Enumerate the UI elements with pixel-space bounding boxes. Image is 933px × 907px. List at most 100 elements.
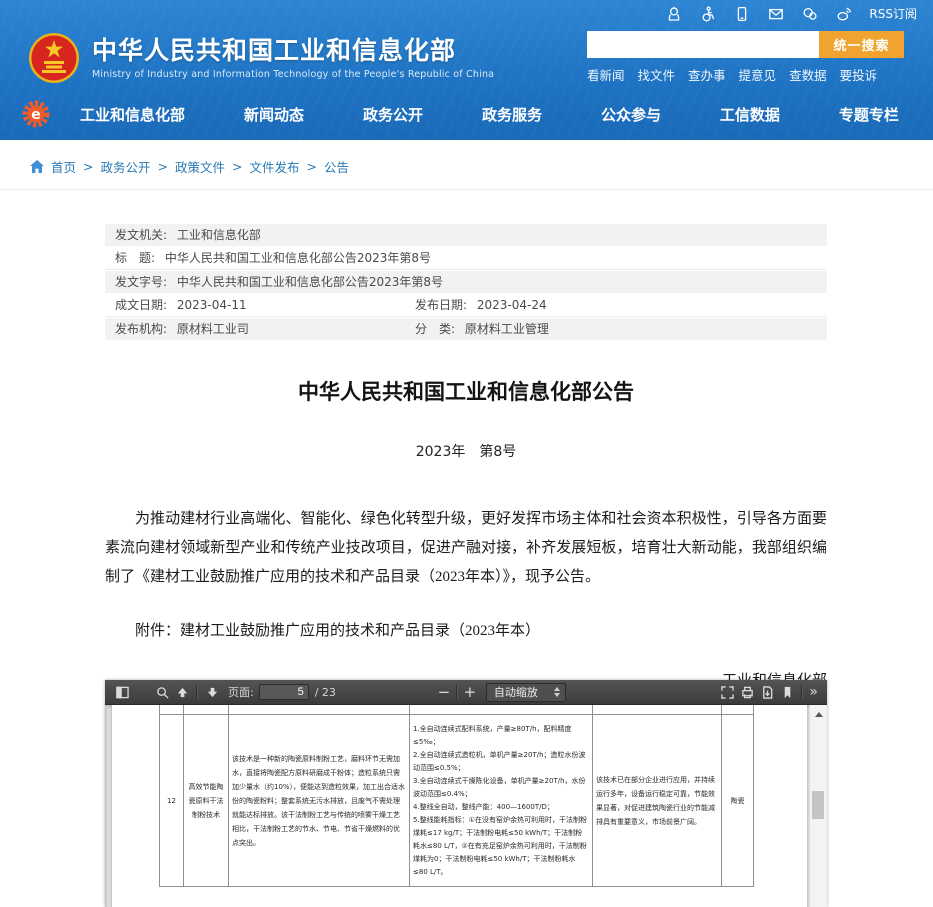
pdf-content-area: 12 高效节能陶瓷原料干法制粉技术 该技术是一种新的陶瓷原料制粉工艺，磨料环节无…	[105, 705, 827, 907]
bookmark-icon[interactable]	[777, 682, 797, 702]
scroll-up-arrow-icon[interactable]	[815, 712, 823, 717]
meta-label: 发布机构:	[115, 322, 167, 336]
breadcrumb: 首页 > 政务公开 > 政策文件 > 文件发布 > 公告	[0, 140, 933, 190]
meta-value: 中华人民共和国工业和信息化部公告2023年第8号	[177, 275, 443, 289]
zoom-out-button[interactable]: −	[436, 685, 452, 700]
page: RSS订阅 中华人民共和国工业和信息化部 Ministry of Industr…	[0, 0, 933, 907]
quick-link-feedback[interactable]: 提意见	[739, 65, 777, 84]
meta-label: 发文机关:	[115, 228, 167, 242]
pdf-scrollbar[interactable]	[809, 705, 827, 907]
find-icon[interactable]	[152, 682, 172, 702]
meta-value: 2023-04-11	[177, 298, 247, 312]
breadcrumb-announcement[interactable]: 公告	[324, 157, 349, 176]
page-title: 中华人民共和国工业和信息化部公告	[105, 376, 827, 406]
meta-value: 工业和信息化部	[177, 228, 261, 242]
meta-row-issuing-org: 发文机关: 工业和信息化部	[105, 224, 827, 246]
search-input[interactable]	[587, 31, 819, 58]
pdf-toolbar: 页面: / 23 − + 自动缩放	[105, 680, 827, 705]
meta-value: 2023-04-24	[477, 298, 547, 312]
accessibility-icon[interactable]	[699, 5, 717, 23]
meta-value: 原材料工业管理	[465, 322, 549, 336]
nav-item-services[interactable]: 政务服务	[482, 104, 542, 125]
nav-item-data[interactable]: 工信数据	[720, 104, 780, 125]
quick-link-complaint[interactable]: 要投诉	[840, 65, 878, 84]
page-label: 页面:	[228, 684, 254, 700]
nav-item-news[interactable]: 新闻动态	[244, 104, 304, 125]
meta-row-dates: 成文日期: 2023-04-11 发布日期: 2023-04-24	[105, 294, 827, 317]
pdf-table: 12 高效节能陶瓷原料干法制粉技术 该技术是一种新的陶瓷原料制粉工艺，磨料环节无…	[159, 705, 754, 887]
header-main: 中华人民共和国工业和信息化部 Ministry of Industry and …	[0, 27, 933, 88]
mascot-icon[interactable]	[665, 5, 683, 23]
pdf-page: 12 高效节能陶瓷原料干法制粉技术 该技术是一种新的陶瓷原料制粉工艺，磨料环节无…	[112, 705, 807, 907]
article-content: 发文机关: 工业和信息化部 标 题: 中华人民共和国工业和信息化部公告2023年…	[105, 224, 827, 720]
quick-links: 看新闻 找文件 查办事 提意见 查数据 要投诉	[587, 65, 907, 84]
breadcrumb-policy-files[interactable]: 政策文件	[175, 157, 225, 176]
site-header: RSS订阅 中华人民共和国工业和信息化部 Ministry of Industr…	[0, 0, 933, 140]
breadcrumb-home[interactable]: 首页	[51, 157, 76, 176]
toolbar-divider	[456, 685, 458, 699]
breadcrumb-separator: >	[307, 159, 317, 174]
more-tools-chevron[interactable]: »	[809, 684, 818, 700]
issue-number: 2023年 第8号	[105, 441, 827, 461]
miit-logo-icon: e	[22, 100, 50, 128]
breadcrumb-separator: >	[232, 159, 242, 174]
breadcrumb-separator: >	[83, 159, 93, 174]
nav-item-miit[interactable]: 工业和信息化部	[80, 104, 185, 125]
table-row-continued	[159, 705, 754, 715]
nav-item-disclosure[interactable]: 政务公开	[363, 104, 423, 125]
page-down-icon[interactable]	[202, 682, 222, 702]
quick-link-services[interactable]: 查办事	[688, 65, 726, 84]
table-row: 12 高效节能陶瓷原料干法制粉技术 该技术是一种新的陶瓷原料制粉工艺，磨料环节无…	[159, 715, 754, 887]
sidebar-toggle-icon[interactable]	[112, 682, 132, 702]
mail-icon[interactable]	[767, 5, 785, 23]
quick-link-news[interactable]: 看新闻	[587, 65, 625, 84]
scale-select[interactable]: 自动缩放	[486, 683, 566, 702]
meta-label: 成文日期:	[115, 298, 167, 312]
cell-specifications: 1.全自动连续式配料系统，产量≥80T/h，配料精度≤5‰； 2.全自动连续式造…	[410, 715, 593, 887]
breadcrumb-file-release[interactable]: 文件发布	[250, 157, 300, 176]
breadcrumb-disclosure[interactable]: 政务公开	[101, 157, 151, 176]
page-up-icon[interactable]	[172, 682, 192, 702]
nav-item-topics[interactable]: 专题专栏	[839, 104, 899, 125]
nav-items: 工业和信息化部 新闻动态 政务公开 政务服务 公众参与 工信数据 专题专栏	[80, 104, 899, 125]
mobile-icon[interactable]	[733, 5, 751, 23]
article-paragraph: 为推动建材行业高端化、智能化、绿色化转型升级，更好发挥市场主体和社会资本积极性，…	[105, 505, 827, 592]
print-icon[interactable]	[737, 682, 757, 702]
page-total: / 23	[315, 686, 336, 699]
page-number-input[interactable]	[259, 684, 309, 700]
title-block: 中华人民共和国工业和信息化部 Ministry of Industry and …	[92, 36, 494, 80]
presentation-mode-icon[interactable]	[717, 682, 737, 702]
cell-row-number: 12	[159, 715, 184, 887]
document-meta-table: 发文机关: 工业和信息化部 标 题: 中华人民共和国工业和信息化部公告2023年…	[105, 224, 827, 340]
quick-link-files[interactable]: 找文件	[638, 65, 676, 84]
search-button[interactable]: 统一搜索	[819, 31, 904, 58]
select-arrows-icon	[554, 687, 560, 697]
scrollbar-thumb[interactable]	[812, 791, 824, 819]
svg-text:e: e	[31, 107, 41, 123]
meta-row-doc-number: 发文字号: 中华人民共和国工业和信息化部公告2023年第8号	[105, 271, 827, 293]
download-icon[interactable]	[757, 682, 777, 702]
attachment-line: 附件：建材工业鼓励推广应用的技术和产品目录（2023年本）	[105, 619, 827, 640]
weibo-icon[interactable]	[835, 5, 853, 23]
home-icon[interactable]	[30, 160, 44, 173]
meta-label: 分 类:	[415, 322, 455, 336]
toolbar-divider	[801, 685, 803, 699]
breadcrumb-separator: >	[158, 159, 168, 174]
meta-value: 原材料工业司	[177, 322, 249, 336]
rss-link[interactable]: RSS订阅	[869, 5, 917, 22]
nav-item-participation[interactable]: 公众参与	[601, 104, 661, 125]
meta-value: 中华人民共和国工业和信息化部公告2023年第8号	[165, 251, 431, 265]
site-subtitle: Ministry of Industry and Information Tec…	[92, 69, 494, 80]
scale-select-value: 自动缩放	[494, 684, 546, 700]
zoom-in-button[interactable]: +	[462, 685, 478, 700]
cell-technology-name: 高效节能陶瓷原料干法制粉技术	[184, 715, 229, 887]
topbar: RSS订阅	[0, 0, 933, 27]
national-emblem-icon	[28, 32, 80, 84]
meta-row-publisher: 发布机构: 原材料工业司 分 类: 原材料工业管理	[105, 318, 827, 340]
meta-row-title: 标 题: 中华人民共和国工业和信息化部公告2023年第8号	[105, 247, 827, 270]
meta-label: 标 题:	[115, 251, 155, 265]
wechat-icon[interactable]	[801, 5, 819, 23]
cell-category: 陶瓷	[722, 715, 754, 887]
quick-link-data[interactable]: 查数据	[789, 65, 827, 84]
main-nav: e 工业和信息化部 新闻动态 政务公开 政务服务 公众参与 工信数据 专题专栏	[0, 88, 933, 140]
